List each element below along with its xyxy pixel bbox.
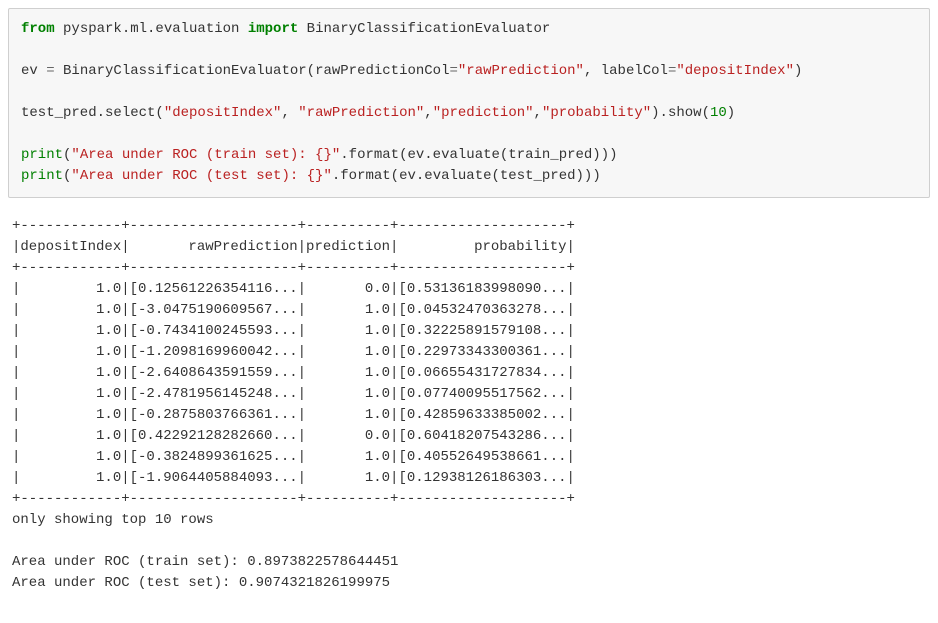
comma-3: , (534, 105, 542, 121)
module-path: pyspark.ml.evaluation (55, 21, 248, 37)
kwarg-sep: , labelCol (584, 63, 668, 79)
keyword-import: import (248, 21, 298, 37)
format-call-train: .format(ev.evaluate(train_pred))) (340, 147, 617, 163)
show-call: ).show( (651, 105, 710, 121)
table-row: | 1.0|[-1.9064405884093...| 1.0|[0.12938… (12, 470, 575, 486)
output-cell: +------------+--------------------+-----… (8, 216, 930, 594)
string-depositindex: "depositIndex" (676, 63, 794, 79)
table-row: | 1.0|[0.12561226354116...| 0.0|[0.53136… (12, 281, 575, 297)
table-row: | 1.0|[-0.2875803766361...| 1.0|[0.42859… (12, 407, 575, 423)
table-row: | 1.0|[-2.4781956145248...| 1.0|[0.07740… (12, 386, 575, 402)
print-fn-2: print (21, 168, 63, 184)
keyword-from: from (21, 21, 55, 37)
string-col1: "depositIndex" (164, 105, 282, 121)
metric-train: Area under ROC (train set): 0.8973822578… (12, 554, 398, 570)
select-call: test_pred.select( (21, 105, 164, 121)
table-row: | 1.0|[-0.3824899361625...| 1.0|[0.40552… (12, 449, 575, 465)
table-separator-top: +------------+--------------------+-----… (12, 218, 575, 234)
row-limit-note: only showing top 10 rows (12, 512, 214, 528)
string-col4: "probability" (542, 105, 651, 121)
kwarg-eq: = (450, 63, 458, 79)
number-10: 10 (710, 105, 727, 121)
table-row: | 1.0|[-2.6408643591559...| 1.0|[0.06655… (12, 365, 575, 381)
table-separator-mid: +------------+--------------------+-----… (12, 260, 575, 276)
close-paren-2: ) (727, 105, 735, 121)
table-separator-bottom: +------------+--------------------+-----… (12, 491, 575, 507)
class-name: BinaryClassificationEvaluator (298, 21, 550, 37)
table-row: | 1.0|[-3.0475190609567...| 1.0|[0.04532… (12, 302, 575, 318)
op-assign: = (46, 63, 54, 79)
string-train-msg: "Area under ROC (train set): {}" (71, 147, 340, 163)
string-col2: "rawPrediction" (298, 105, 424, 121)
ctor-call: BinaryClassificationEvaluator(rawPredict… (55, 63, 450, 79)
var-ev: ev (21, 63, 46, 79)
code-input-cell: from pyspark.ml.evaluation import Binary… (8, 8, 930, 198)
table-row: | 1.0|[-1.2098169960042...| 1.0|[0.22973… (12, 344, 575, 360)
string-test-msg: "Area under ROC (test set): {}" (71, 168, 331, 184)
format-call-test: .format(ev.evaluate(test_pred))) (332, 168, 601, 184)
table-header: |depositIndex| rawPrediction|prediction|… (12, 239, 575, 255)
close-paren: ) (794, 63, 802, 79)
string-col3: "prediction" (433, 105, 534, 121)
metric-test: Area under ROC (test set): 0.90743218261… (12, 575, 390, 591)
table-row: | 1.0|[-0.7434100245593...| 1.0|[0.32225… (12, 323, 575, 339)
table-row: | 1.0|[0.42292128282660...| 0.0|[0.60418… (12, 428, 575, 444)
comma-2: , (424, 105, 432, 121)
string-rawprediction: "rawPrediction" (458, 63, 584, 79)
comma: , (281, 105, 298, 121)
print-fn: print (21, 147, 63, 163)
